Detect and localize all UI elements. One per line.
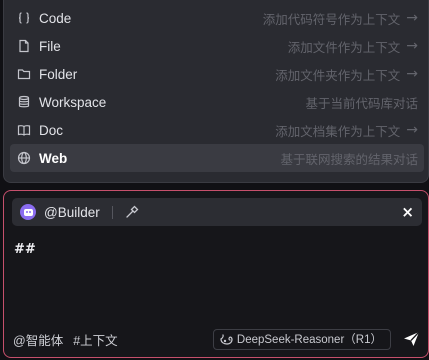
context-item-folder[interactable]: Folder 添加文件夹作为上下文 → (10, 60, 424, 88)
arrow-right-icon: → (406, 66, 418, 82)
context-item-description: 添加代码符号作为上下文 → (263, 9, 418, 28)
hammer-icon[interactable] (125, 205, 139, 219)
context-item-label: Doc (39, 122, 64, 138)
context-item-label: File (39, 38, 61, 54)
braces-icon (17, 11, 31, 25)
agent-bar: @Builder × (12, 198, 422, 226)
agent-name[interactable]: @Builder (44, 205, 100, 220)
context-menu: Code 添加代码符号作为上下文 → File 添加文件作为上下文 → Fold… (3, 0, 429, 183)
arrow-right-icon: → (406, 38, 418, 54)
context-mention-button[interactable]: #上下文 (73, 330, 117, 349)
send-icon[interactable] (403, 331, 420, 347)
description-text: 基于联网搜索的结果对话 (280, 152, 418, 167)
globe-icon (17, 151, 31, 165)
context-item-description: 添加文档集作为上下文 → (275, 121, 418, 140)
context-item-description: 基于当前代码库对话 (305, 93, 418, 112)
model-selector[interactable]: DeepSeek-Reasoner（R1） (212, 328, 391, 350)
context-item-file[interactable]: File 添加文件作为上下文 → (10, 32, 424, 60)
chat-toolbar: @智能体 #上下文 DeepSeek-Reasoner（R1） (13, 328, 420, 350)
context-item-label: Folder (39, 66, 78, 82)
context-item-description: 基于联网搜索的结果对话 (280, 149, 418, 168)
description-text: 添加文件夹作为上下文 (275, 68, 401, 83)
file-icon (17, 39, 31, 53)
chat-input-panel: @Builder × ## @智能体 #上下文 DeepSeek-Reasone… (3, 190, 429, 358)
context-item-web[interactable]: Web 基于联网搜索的结果对话 (10, 144, 424, 172)
description-text: 基于当前代码库对话 (305, 96, 418, 111)
context-item-workspace[interactable]: Workspace 基于当前代码库对话 (10, 88, 424, 116)
folder-icon (17, 67, 31, 81)
divider (111, 205, 113, 219)
context-item-label: Web (39, 150, 68, 166)
arrow-right-icon: → (406, 10, 418, 26)
database-icon (17, 95, 31, 109)
robot-avatar-icon (20, 204, 36, 220)
description-text: 添加代码符号作为上下文 (262, 12, 401, 27)
arrow-right-icon: → (406, 122, 418, 138)
book-icon (17, 123, 31, 137)
context-item-label: Code (39, 10, 72, 26)
context-item-label: Workspace (39, 94, 107, 110)
chat-input-text[interactable]: ## (14, 242, 36, 257)
model-name: DeepSeek-Reasoner（R1） (236, 334, 382, 346)
agent-mention-button[interactable]: @智能体 (13, 330, 63, 349)
description-text: 添加文件作为上下文 (287, 40, 401, 55)
context-item-description: 添加文件作为上下文 → (288, 37, 418, 56)
context-item-code[interactable]: Code 添加代码符号作为上下文 → (10, 4, 424, 32)
deepseek-whale-icon (220, 333, 233, 345)
context-item-description: 添加文件夹作为上下文 → (275, 65, 418, 84)
close-agent-button[interactable]: × (401, 203, 414, 221)
description-text: 添加文档集作为上下文 (275, 124, 401, 139)
context-item-doc[interactable]: Doc 添加文档集作为上下文 → (10, 116, 424, 144)
